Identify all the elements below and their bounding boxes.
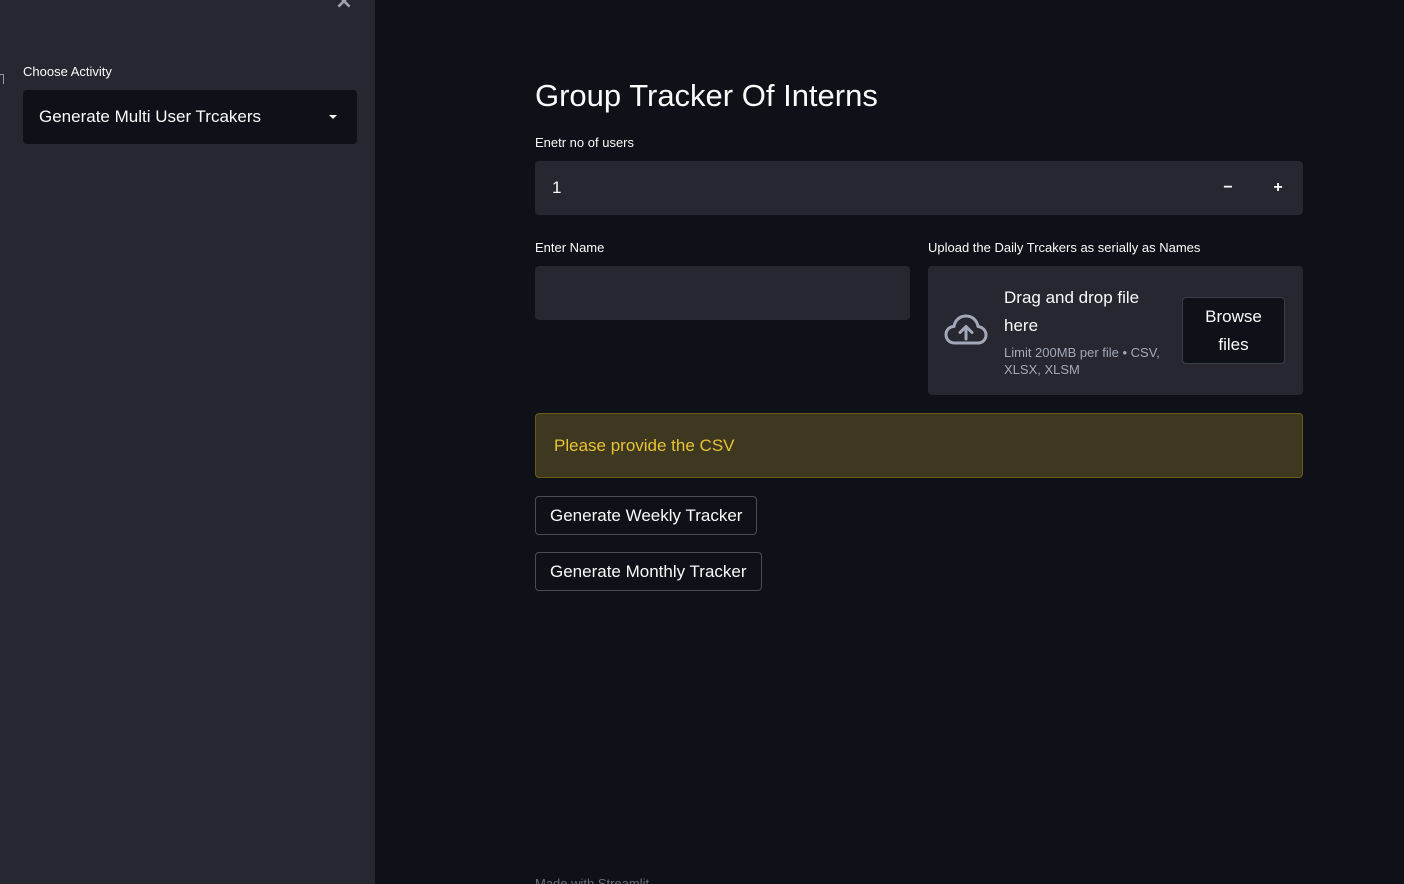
- increment-button[interactable]: +: [1253, 161, 1303, 215]
- users-label: Enetr no of users: [535, 135, 634, 150]
- generate-monthly-button[interactable]: Generate Monthly Tracker: [535, 552, 762, 591]
- decrement-button[interactable]: −: [1203, 161, 1253, 215]
- sidebar: × Choose Activity Generate Multi User Tr…: [4, 0, 375, 884]
- activity-label: Choose Activity: [23, 64, 112, 79]
- browse-files-button[interactable]: Browse files: [1182, 297, 1285, 364]
- users-value[interactable]: 1: [535, 178, 1203, 198]
- close-icon[interactable]: ×: [334, 0, 354, 13]
- warning-text: Please provide the CSV: [554, 435, 735, 455]
- main-content: Group Tracker Of Interns Enetr no of use…: [535, 0, 1303, 884]
- page-title: Group Tracker Of Interns: [535, 78, 878, 113]
- drop-instruction: Drag and drop file here: [1004, 288, 1140, 335]
- upload-label: Upload the Daily Trcakers as serially as…: [928, 240, 1201, 255]
- generate-weekly-button[interactable]: Generate Weekly Tracker: [535, 496, 758, 535]
- cloud-upload-icon: [944, 314, 988, 345]
- name-label: Enter Name: [535, 240, 605, 255]
- upload-limit-text: Limit 200MB per file • CSV, XLSX, XLSM: [1004, 345, 1160, 377]
- users-number-input[interactable]: 1 − +: [535, 161, 1303, 215]
- activity-select[interactable]: Generate Multi User Trcakers: [23, 90, 357, 144]
- activity-select-value: Generate Multi User Trcakers: [39, 107, 262, 126]
- file-uploader-dropzone[interactable]: Drag and drop file here Limit 200MB per …: [928, 266, 1303, 395]
- footer-text[interactable]: Made with Streamlit: [535, 876, 649, 884]
- warning-alert: Please provide the CSV: [535, 413, 1303, 478]
- name-input[interactable]: [535, 266, 910, 320]
- chevron-down-icon: [329, 115, 337, 119]
- app-window: × Choose Activity Generate Multi User Tr…: [0, 0, 1404, 884]
